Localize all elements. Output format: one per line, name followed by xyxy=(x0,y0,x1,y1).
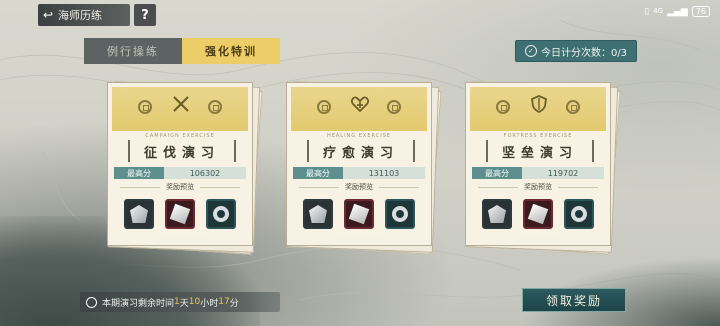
back-button[interactable]: ↩ 海师历练 xyxy=(38,4,130,26)
exercise-card-fortress[interactable]: FORTRESS EXERCISE 坚垒演习 最高分 119702 奖励预览 xyxy=(465,81,621,255)
reward-item[interactable] xyxy=(564,199,594,229)
card-body: HEALING EXERCISE 疗愈演习 最高分 131103 奖励预览 xyxy=(286,82,432,246)
top-bar: ↩ 海师历练 ? ▯ 4G ▂▄▆ 76 xyxy=(0,0,720,30)
timer-minutes: 17 xyxy=(218,297,230,307)
timer-hours: 10 xyxy=(188,297,201,307)
card-title: 疗愈演习 xyxy=(307,140,415,162)
highscore-label: 最高分 xyxy=(293,167,343,179)
reward-item[interactable] xyxy=(482,199,512,229)
crossed-swords-icon xyxy=(170,93,192,115)
signal-icon: ▂▄▆ xyxy=(667,6,688,17)
ring-icon xyxy=(571,206,587,222)
coin-icon xyxy=(208,100,222,114)
highscore-value: 131103 xyxy=(343,167,425,179)
reward-preview-label: 奖励预览 xyxy=(293,182,425,192)
highscore-value: 106302 xyxy=(164,167,246,179)
card-subtitle: FORTRESS EXERCISE xyxy=(503,133,573,139)
clock-icon xyxy=(86,296,97,308)
battery-level: 76 xyxy=(691,6,710,17)
heart-icon xyxy=(349,93,371,115)
ring-icon xyxy=(392,206,408,222)
reward-item[interactable] xyxy=(344,199,374,229)
mode-tabs: 例行操练 强化特训 xyxy=(84,38,280,64)
cloud-ornament xyxy=(514,233,564,245)
reward-item[interactable] xyxy=(385,199,415,229)
coin-icon xyxy=(566,100,580,114)
coin-icon xyxy=(138,100,152,114)
reward-items xyxy=(124,199,236,229)
card-subtitle: CAMPAIGN EXERCISE xyxy=(145,133,215,139)
reward-item[interactable] xyxy=(303,199,333,229)
timer-hours-unit: 小时 xyxy=(200,298,219,309)
help-button[interactable]: ? xyxy=(134,4,156,26)
ring-icon xyxy=(213,206,229,222)
highscore-row: 最高分 106302 xyxy=(114,167,246,179)
cube-icon xyxy=(527,203,549,225)
reward-item[interactable] xyxy=(206,199,236,229)
reward-item[interactable] xyxy=(124,199,154,229)
card-header xyxy=(291,87,427,131)
status-bar: ▯ 4G ▂▄▆ 76 xyxy=(644,6,710,17)
reward-items xyxy=(482,199,594,229)
period-timer: 本期演习剩余时间 1 天 10 小时 17 分 xyxy=(80,292,280,312)
card-subtitle: HEALING EXERCISE xyxy=(326,133,392,139)
exercise-card-healing[interactable]: HEALING EXERCISE 疗愈演习 最高分 131103 奖励预览 xyxy=(286,81,442,255)
reward-preview-label: 奖励预览 xyxy=(114,182,246,192)
back-label: 海师历练 xyxy=(58,9,102,22)
timer-days-unit: 天 xyxy=(179,298,189,309)
coin-icon xyxy=(317,100,331,114)
timer-prefix: 本期演习剩余时间 xyxy=(102,298,175,309)
highscore-row: 最高分 131103 xyxy=(293,167,425,179)
score-icon: ✓ xyxy=(524,45,537,57)
counter-label: 今日计分次数：0/3 xyxy=(540,47,628,59)
tab-intensive[interactable]: 强化特训 xyxy=(182,38,280,64)
cube-icon xyxy=(348,203,370,225)
card-body: FORTRESS EXERCISE 坚垒演习 最高分 119702 奖励预览 xyxy=(465,82,611,246)
highscore-label: 最高分 xyxy=(472,167,522,179)
reward-items xyxy=(303,199,415,229)
card-header xyxy=(470,87,606,131)
exercise-card-campaign[interactable]: CAMPAIGN EXERCISE 征伐演习 最高分 106302 奖励预览 xyxy=(107,81,263,255)
reward-preview-label: 奖励预览 xyxy=(472,182,604,192)
cube-icon xyxy=(169,203,191,225)
coin-icon xyxy=(387,100,401,114)
card-title: 征伐演习 xyxy=(128,140,236,162)
card-header xyxy=(112,87,248,131)
vibrate-icon: ▯ xyxy=(644,6,650,17)
gem-icon xyxy=(488,205,506,223)
claim-rewards-button[interactable]: 领取奖励 xyxy=(522,288,626,312)
back-arrow-icon: ↩ xyxy=(42,8,54,22)
reward-item[interactable] xyxy=(523,199,553,229)
highscore-label: 最高分 xyxy=(114,167,164,179)
network-label: 4G xyxy=(653,7,664,15)
reward-item[interactable] xyxy=(165,199,195,229)
gem-icon xyxy=(130,205,148,223)
shield-icon xyxy=(528,93,550,115)
gem-icon xyxy=(309,205,327,223)
highscore-row: 最高分 119702 xyxy=(472,167,604,179)
card-title: 坚垒演习 xyxy=(486,140,594,162)
highscore-value: 119702 xyxy=(522,167,604,179)
timer-minutes-unit: 分 xyxy=(229,298,239,309)
card-body: CAMPAIGN EXERCISE 征伐演习 最高分 106302 奖励预览 xyxy=(107,82,253,246)
daily-score-counter: ✓ 今日计分次数：0/3 xyxy=(515,40,637,62)
coin-icon xyxy=(496,100,510,114)
cloud-ornament xyxy=(156,233,206,245)
cloud-ornament xyxy=(335,233,385,245)
tab-routine[interactable]: 例行操练 xyxy=(84,38,182,64)
